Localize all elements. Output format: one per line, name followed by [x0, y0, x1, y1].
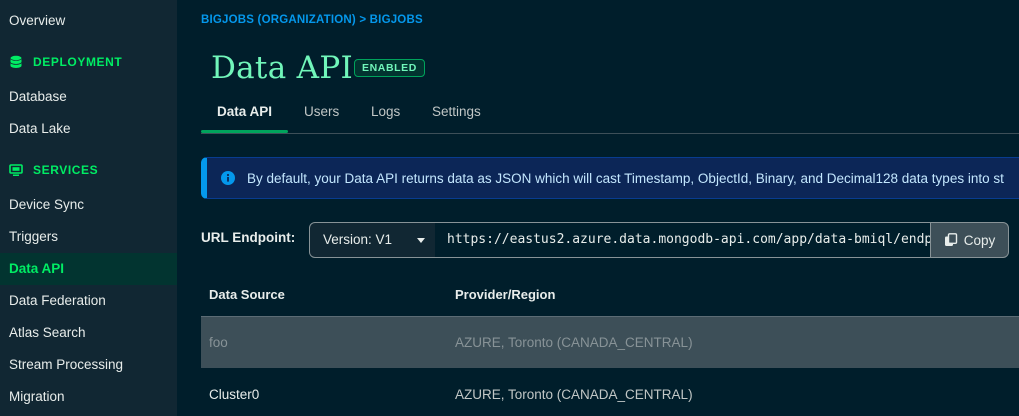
status-badge: ENABLED [354, 59, 425, 77]
sidebar-item-label: Data Lake [9, 121, 71, 136]
sidebar: Overview DEPLOYMENT Database Data Lake S… [0, 0, 177, 416]
tab-settings[interactable]: Settings [432, 96, 481, 134]
sidebar-item-label: Stream Processing [9, 357, 124, 372]
tab-bar: Data API Users Logs Settings [201, 96, 1019, 134]
tab-label: Logs [371, 104, 401, 119]
sidebar-item-data-api[interactable]: Data API [0, 253, 177, 285]
provider-region-cell: AZURE, Toronto (CANADA_CENTRAL) [455, 335, 693, 350]
sidebar-item-label: Data API [9, 261, 65, 276]
sidebar-item-label: Device Sync [9, 197, 85, 212]
sidebar-item-label: Migration [9, 389, 65, 404]
sidebar-item-migration[interactable]: Migration [0, 381, 177, 413]
info-icon [221, 171, 235, 185]
section-heading-deployment: DEPLOYMENT [9, 52, 122, 72]
sidebar-item-label: Atlas Search [9, 325, 86, 340]
data-source-cell: foo [209, 335, 228, 350]
section-heading-label: DEPLOYMENT [33, 55, 123, 69]
sidebar-item-label: Triggers [9, 229, 59, 244]
monitor-icon [9, 164, 23, 176]
sidebar-item-database[interactable]: Database [0, 81, 177, 113]
table-row[interactable]: Cluster0 AZURE, Toronto (CANADA_CENTRAL) [201, 369, 1019, 416]
tab-users[interactable]: Users [304, 96, 339, 134]
chevron-down-icon [417, 238, 425, 243]
url-endpoint-field[interactable]: https://eastus2.azure.data.mongodb-api.c… [435, 222, 932, 258]
copy-button[interactable]: Copy [930, 222, 1009, 258]
provider-region-cell: AZURE, Toronto (CANADA_CENTRAL) [455, 387, 693, 402]
active-tab-indicator [201, 130, 288, 133]
copy-button-label: Copy [963, 232, 996, 248]
database-icon [10, 55, 22, 68]
version-select-value: Version: V1 [323, 232, 393, 247]
page-title: Data API [211, 50, 354, 86]
table-header: Data Source Provider/Region [201, 276, 1019, 314]
sidebar-item-data-federation[interactable]: Data Federation [0, 285, 177, 317]
copy-icon [944, 233, 957, 246]
sidebar-item-atlas-search[interactable]: Atlas Search [0, 317, 177, 349]
tab-label: Data API [217, 104, 273, 119]
sidebar-item-data-lake[interactable]: Data Lake [0, 113, 177, 145]
banner-text: By default, your Data API returns data a… [247, 170, 1004, 186]
sidebar-item-label: Overview [9, 13, 66, 28]
sidebar-item-stream-processing[interactable]: Stream Processing [0, 349, 177, 381]
column-header-data-source[interactable]: Data Source [209, 276, 285, 314]
sidebar-item-label: Data Federation [9, 293, 106, 308]
tab-data-api[interactable]: Data API [217, 96, 272, 134]
tab-logs[interactable]: Logs [371, 96, 400, 134]
tab-label: Settings [432, 104, 481, 119]
data-source-cell: Cluster0 [209, 387, 260, 402]
table-row[interactable]: foo AZURE, Toronto (CANADA_CENTRAL) [201, 316, 1019, 368]
url-endpoint-label: URL Endpoint: [201, 230, 296, 245]
sidebar-item-overview[interactable]: Overview [0, 5, 177, 37]
version-select[interactable]: Version: V1 [309, 222, 436, 258]
tab-label: Users [304, 104, 340, 119]
sidebar-item-triggers[interactable]: Triggers [0, 221, 177, 253]
column-header-provider-region[interactable]: Provider/Region [455, 276, 555, 314]
breadcrumb[interactable]: BIGJOBS (ORGANIZATION) > BIGJOBS [201, 14, 423, 26]
main-content: BIGJOBS (ORGANIZATION) > BIGJOBS Data AP… [177, 0, 1019, 416]
section-heading-services: SERVICES [9, 160, 98, 180]
section-heading-label: SERVICES [33, 163, 99, 177]
sidebar-item-device-sync[interactable]: Device Sync [0, 189, 177, 221]
info-banner: By default, your Data API returns data a… [201, 157, 1019, 199]
sidebar-item-label: Database [9, 89, 67, 104]
